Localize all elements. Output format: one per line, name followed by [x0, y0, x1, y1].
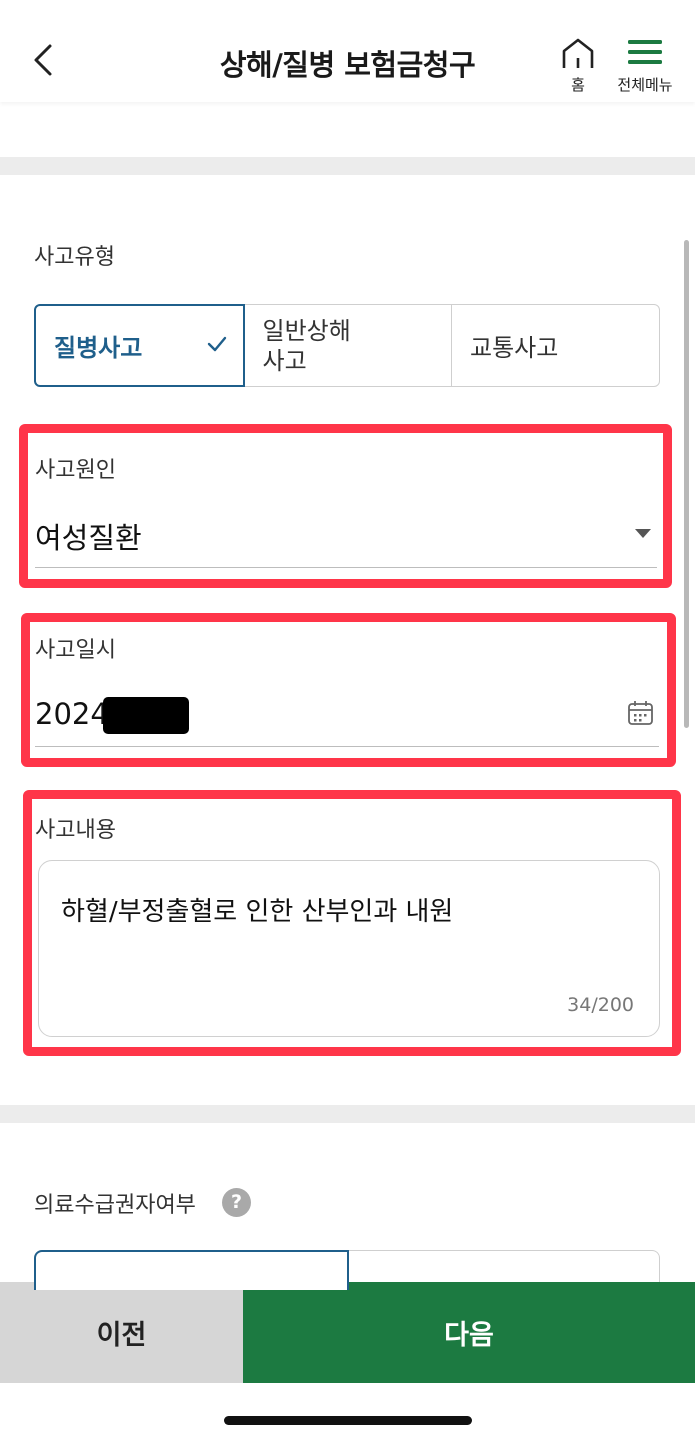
redacted-block: [103, 697, 189, 734]
date-label: 사고일시: [35, 638, 116, 663]
calendar-icon[interactable]: [627, 700, 654, 726]
option-traffic-accident[interactable]: 교통사고: [451, 304, 660, 387]
prev-button[interactable]: 이전: [0, 1282, 243, 1383]
hamburger-menu-icon: [628, 40, 662, 64]
medical-aid-label: 의료수급권자여부: [34, 1193, 196, 1218]
cause-dropdown[interactable]: [35, 505, 655, 565]
content-label: 사고내용: [35, 818, 116, 843]
section-divider: [0, 1105, 695, 1123]
option-label: 일반상해 사고: [262, 316, 351, 375]
cause-label: 사고원인: [35, 458, 116, 483]
option-disease-accident[interactable]: 질병사고: [34, 304, 245, 387]
option-general-injury[interactable]: 일반상해 사고: [243, 304, 453, 387]
accident-type-label: 사고유형: [34, 245, 115, 270]
medical-option-yes[interactable]: [34, 1250, 349, 1290]
caret-down-icon: [635, 529, 651, 538]
highlight-box: [21, 613, 676, 767]
scrollbar[interactable]: [684, 240, 689, 728]
menu-label: 전체메뉴: [617, 76, 673, 94]
home-indicator: [224, 1416, 472, 1425]
section-divider: [0, 157, 695, 175]
check-icon: [207, 336, 227, 352]
character-counter: 34/200: [567, 994, 634, 1016]
home-button[interactable]: 홈: [555, 36, 601, 96]
next-button[interactable]: 다음: [243, 1282, 695, 1383]
home-icon: [562, 38, 594, 68]
option-label: 교통사고: [470, 334, 559, 362]
menu-button[interactable]: 전체메뉴: [610, 36, 680, 96]
content-textarea[interactable]: 하혈/부정출혈로 인한 산부인과 내원 34/200: [38, 860, 660, 1037]
date-underline: [35, 746, 659, 747]
app-header: 상해/질병 보험금청구 홈 전체메뉴: [0, 0, 695, 102]
content-text: 하혈/부정출혈로 인한 산부인과 내원: [61, 897, 454, 927]
bottom-action-bar: 이전 다음: [0, 1282, 695, 1383]
help-icon[interactable]: ?: [222, 1188, 251, 1217]
date-value[interactable]: 2024: [35, 697, 109, 731]
home-label: 홈: [571, 76, 585, 94]
option-label: 질병사고: [54, 334, 143, 362]
accident-type-selector: 질병사고 일반상해 사고 교통사고: [34, 304, 660, 387]
cause-underline: [35, 567, 657, 568]
